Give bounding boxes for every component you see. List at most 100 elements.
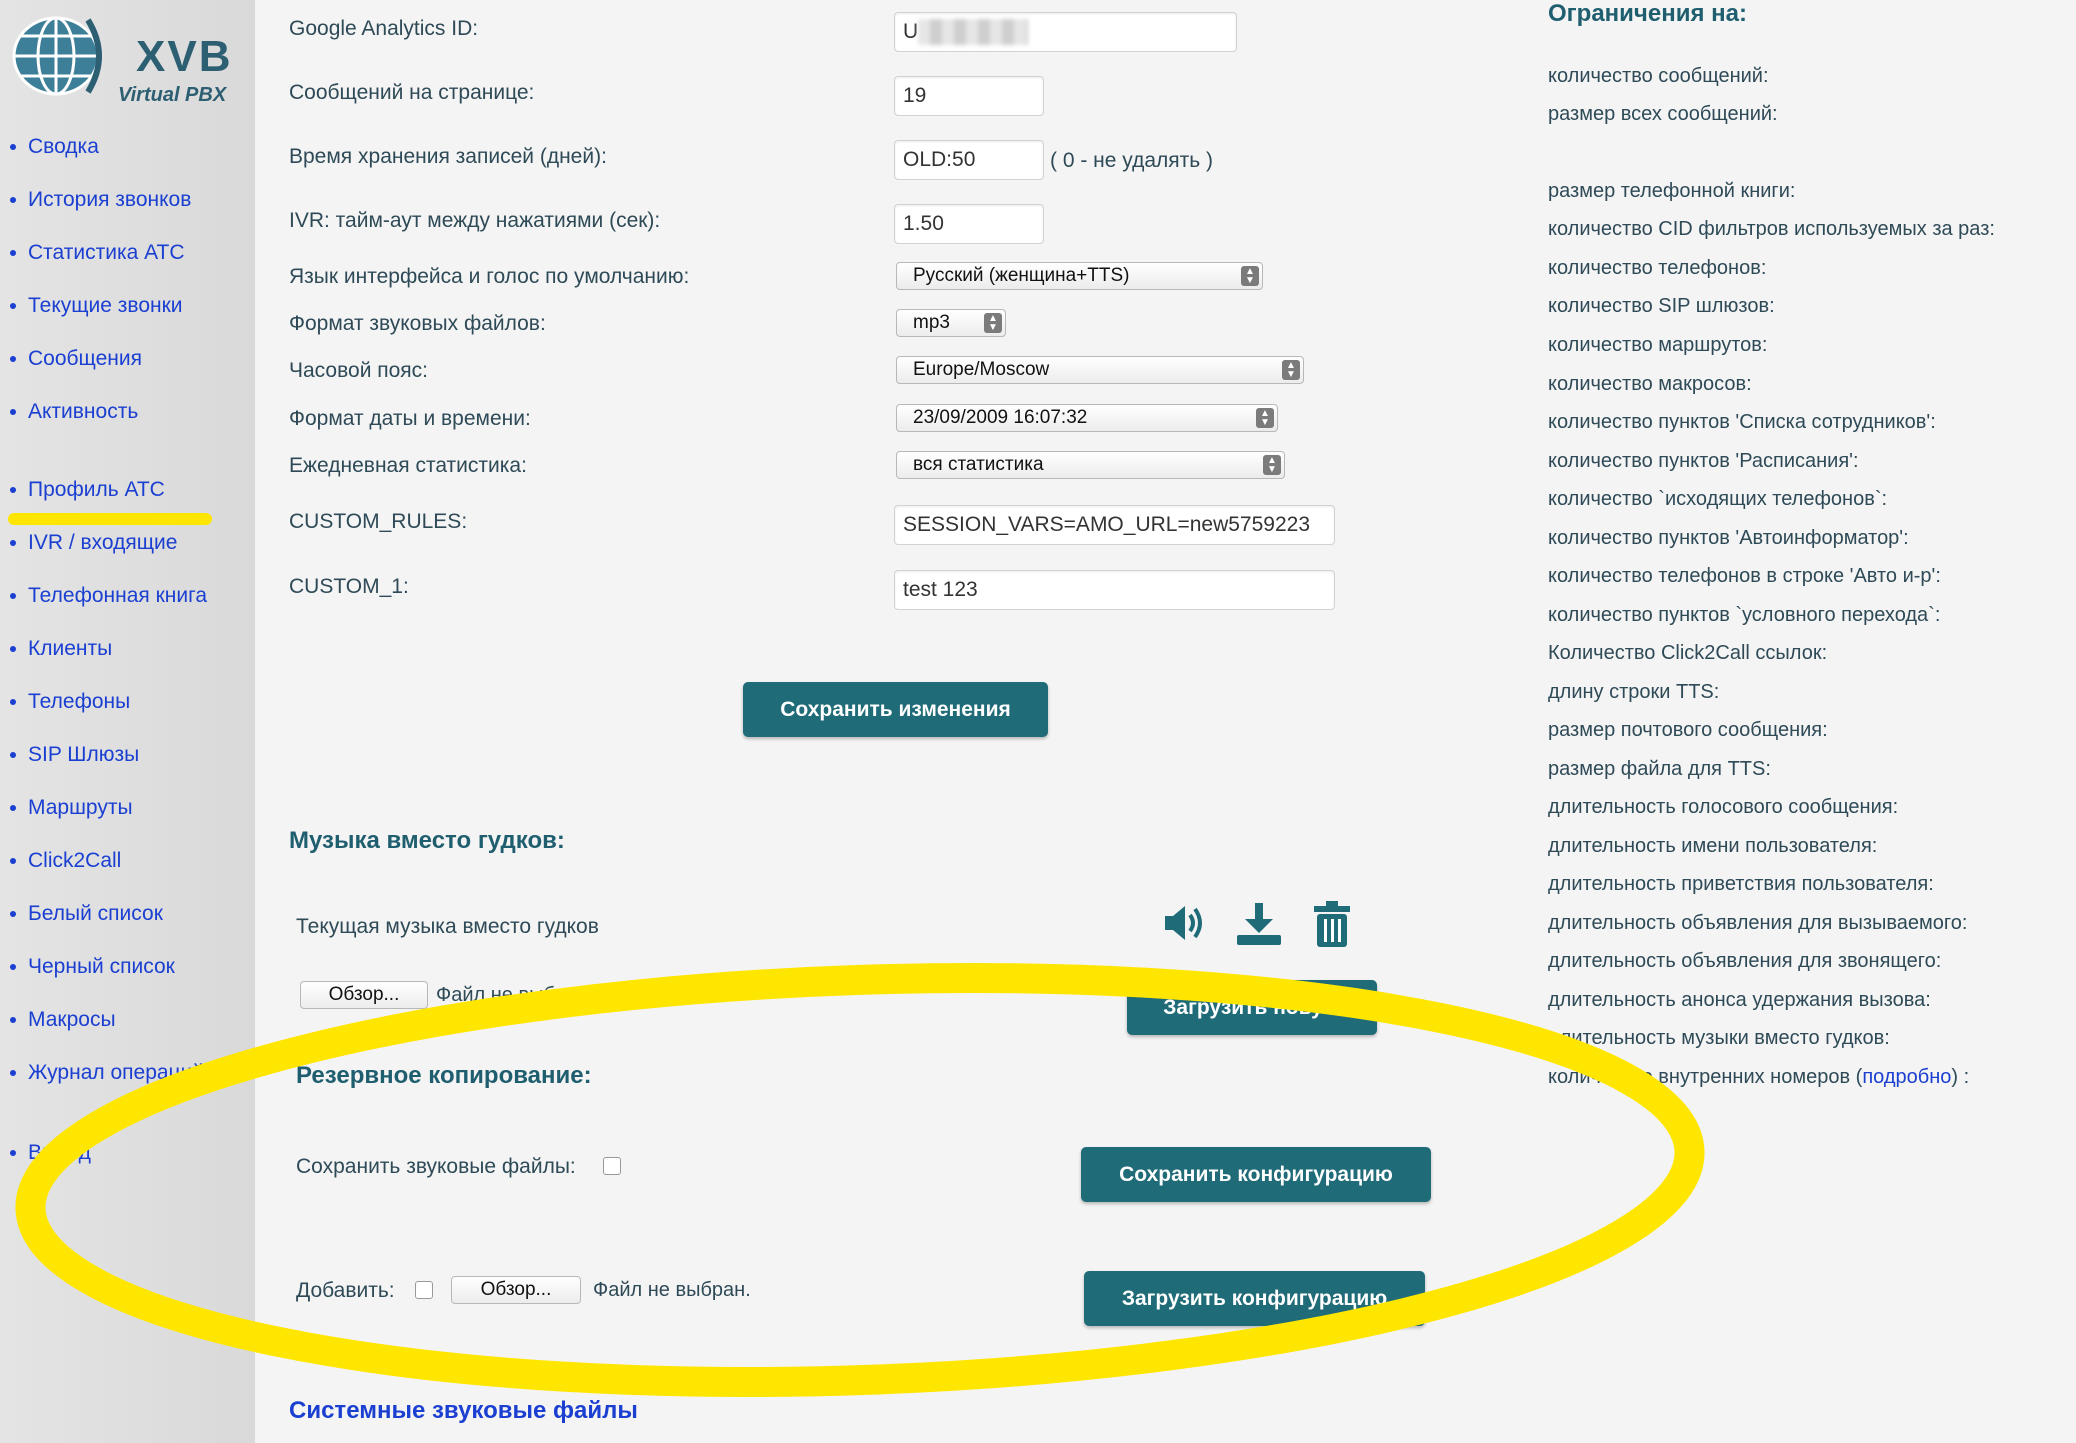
details-link[interactable]: подробно: [1862, 1066, 1951, 1088]
limit-item: количество маршрутов:: [1548, 334, 1768, 356]
bullet-icon: [10, 1070, 16, 1077]
limit-item-extensions: количество внутренних номеров (подробно)…: [1548, 1066, 1969, 1089]
bullet-icon: [10, 593, 16, 600]
save-changes-button[interactable]: Сохранить изменения: [743, 682, 1048, 737]
bullet-icon: [10, 356, 16, 363]
sidebar-item-operations-log[interactable]: Журнал операций: [10, 1061, 204, 1085]
save-sounds-checkbox[interactable]: [603, 1157, 621, 1175]
audio-format-select[interactable]: mp3 ▲ ▼: [896, 309, 1006, 337]
sidebar-item-activity[interactable]: Активность: [10, 400, 138, 424]
load-config-button[interactable]: Загрузить конфигурацию: [1084, 1271, 1425, 1326]
bullet-icon: [10, 964, 16, 971]
upload-music-button[interactable]: Загрузить новую: [1127, 980, 1377, 1035]
highlight-underline: [8, 513, 212, 525]
bullet-icon: [10, 858, 16, 865]
ivr-timeout-label: IVR: тайм-аут между нажатиями (сек):: [289, 209, 661, 232]
limit-item: длительность анонса удержания вызова:: [1548, 989, 1931, 1011]
sidebar-item-label: Телефоны: [28, 690, 131, 713]
sidebar-item-blacklist[interactable]: Черный список: [10, 955, 175, 979]
timezone-label: Часовой пояс:: [289, 359, 429, 382]
select-arrows-icon: ▲ ▼: [1282, 360, 1300, 380]
audio-format-label: Формат звуковых файлов:: [289, 312, 546, 335]
sidebar-item-pbx-stats[interactable]: Статистика АТС: [10, 241, 185, 265]
sidebar-item-logout[interactable]: Выход: [10, 1141, 91, 1165]
retention-input[interactable]: OLD:50: [894, 140, 1044, 180]
sidebar-item-summary[interactable]: Сводка: [10, 135, 99, 159]
logo: XVB Virtual PBX: [10, 12, 235, 106]
ga-input[interactable]: U: [894, 12, 1237, 52]
sidebar-item-phones[interactable]: Телефоны: [10, 690, 130, 714]
daily-stats-label: Ежедневная статистика:: [289, 454, 527, 477]
ivr-timeout-input[interactable]: 1.50: [894, 204, 1044, 244]
sidebar-item-macros[interactable]: Макросы: [10, 1008, 116, 1032]
sidebar-item-label: Сообщения: [28, 347, 142, 370]
sidebar-item-ivr[interactable]: IVR / входящие: [10, 531, 177, 555]
sidebar-item-label: Черный список: [28, 955, 175, 978]
msgs-per-page-label: Сообщений на странице:: [289, 81, 535, 104]
redacted-blur: [918, 19, 1029, 46]
bullet-icon: [10, 699, 16, 706]
sidebar-item-label: Макросы: [28, 1008, 116, 1031]
sidebar-item-pbx-profile[interactable]: Профиль АТС: [10, 478, 165, 502]
system-sounds-title: Системные звуковые файлы: [289, 1397, 638, 1424]
sidebar-item-phonebook[interactable]: Телефонная книга: [10, 584, 207, 608]
timezone-select[interactable]: Europe/Moscow ▲ ▼: [896, 356, 1304, 384]
limit-item: количество сообщений:: [1548, 65, 1769, 87]
limit-item: длительность голосового сообщения:: [1548, 796, 1899, 818]
music-no-file-text: Файл не выбран.: [436, 984, 594, 1006]
limit-item: количество макросов:: [1548, 373, 1752, 395]
sidebar: XVB Virtual PBX Сводка История звонков С…: [0, 0, 255, 1443]
music-browse-button[interactable]: Обзор...: [300, 981, 428, 1009]
custom-rules-input[interactable]: SESSION_VARS=AMO_URL=new5759223: [894, 505, 1335, 545]
save-sounds-label: Сохранить звуковые файлы:: [296, 1155, 576, 1178]
sidebar-item-whitelist[interactable]: Белый список: [10, 902, 163, 926]
sidebar-item-messages[interactable]: Сообщения: [10, 347, 142, 371]
backup-browse-button[interactable]: Обзор...: [451, 1276, 581, 1304]
retention-label: Время хранения записей (дней):: [289, 145, 607, 168]
msgs-per-page-input[interactable]: 19: [894, 76, 1044, 116]
sidebar-item-call-history[interactable]: История звонков: [10, 188, 191, 212]
bullet-icon: [10, 805, 16, 812]
audio-format-select-value: mp3: [913, 312, 950, 333]
limit-item: количество пунктов `условного перехода`:: [1548, 604, 1941, 626]
globe-icon: [12, 16, 102, 96]
limit-item: длительность музыки вместо гудков:: [1548, 1027, 1890, 1049]
custom1-input[interactable]: test 123: [894, 570, 1335, 610]
sidebar-item-click2call[interactable]: Click2Call: [10, 849, 121, 873]
save-config-button[interactable]: Сохранить конфигурацию: [1081, 1147, 1431, 1202]
custom1-label: CUSTOM_1:: [289, 575, 409, 598]
bullet-icon: [10, 303, 16, 310]
limit-item: размер почтового сообщения:: [1548, 719, 1828, 741]
sidebar-item-clients[interactable]: Клиенты: [10, 637, 112, 661]
language-select[interactable]: Русский (женщина+TTS) ▲ ▼: [896, 262, 1263, 290]
datetime-format-select[interactable]: 23/09/2009 16:07:32 ▲ ▼: [896, 404, 1278, 432]
bullet-icon: [10, 144, 16, 151]
daily-stats-select[interactable]: вся статистика ▲ ▼: [896, 451, 1285, 479]
sidebar-item-sip-gateways[interactable]: SIP Шлюзы: [10, 743, 139, 767]
limit-item: количество телефонов в строке 'Авто и-р'…: [1548, 565, 1941, 587]
sidebar-item-current-calls[interactable]: Текущие звонки: [10, 294, 183, 318]
sidebar-item-label: Выход: [28, 1141, 91, 1164]
download-icon[interactable]: [1237, 903, 1281, 945]
datetime-format-label: Формат даты и времени:: [289, 407, 531, 430]
sidebar-item-routes[interactable]: Маршруты: [10, 796, 133, 820]
limits-title: Ограничения на:: [1548, 0, 1747, 27]
speaker-icon[interactable]: [1163, 903, 1205, 943]
add-label: Добавить:: [296, 1279, 395, 1302]
music-section-title: Музыка вместо гудков:: [289, 827, 565, 854]
language-label: Язык интерфейса и голос по умолчанию:: [289, 265, 690, 288]
sidebar-item-label: История звонков: [28, 188, 192, 211]
sidebar-item-label: Журнал операций: [28, 1061, 205, 1084]
limit-item: длительность объявления для вызываемого:: [1548, 912, 1968, 934]
add-checkbox[interactable]: [415, 1281, 433, 1299]
sidebar-item-label: Белый список: [28, 902, 163, 925]
limit-item: размер телефонной книги:: [1548, 180, 1796, 202]
bullet-icon: [10, 409, 16, 416]
brand-subtitle: Virtual PBX: [118, 84, 227, 106]
trash-icon[interactable]: [1314, 901, 1350, 947]
limit-item: длительность приветствия пользователя:: [1548, 873, 1934, 895]
limit-item: количество SIP шлюзов:: [1548, 295, 1775, 317]
datetime-format-select-value: 23/09/2009 16:07:32: [913, 407, 1088, 428]
limit-item-prefix: количество внутренних номеров (: [1548, 1066, 1863, 1088]
backup-section-title: Резервное копирование:: [296, 1062, 592, 1089]
